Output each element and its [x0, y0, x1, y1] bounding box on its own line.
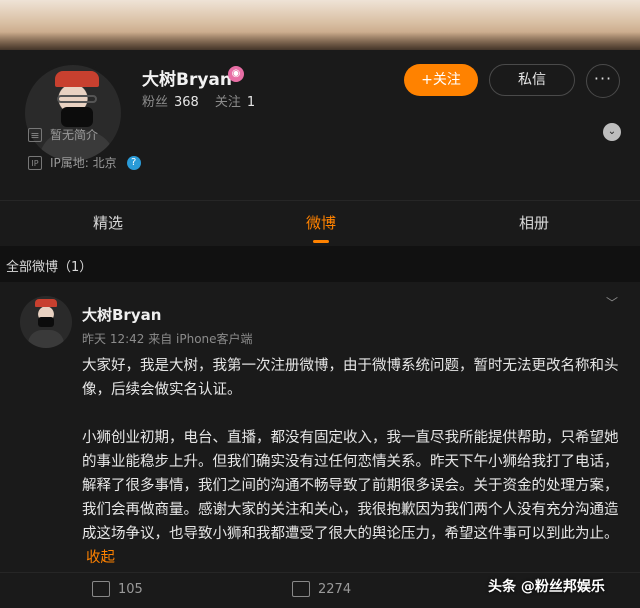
post-paragraph-text: 小狮创业初期，电台、直播，都没有固定收入，我一直尽我所能提供帮助，只希望她的事业…	[82, 430, 619, 542]
post-card: 大树Bryan 昨天 12:42 来自 iPhone客户端 ﹀ 大家好，我是大树…	[0, 282, 640, 608]
collapse-link[interactable]: 收起	[86, 550, 115, 566]
post-content: 大家好，我是大树，我第一次注册微博，由于微博系统问题，暂时无法更改名称和头像，后…	[82, 354, 630, 594]
help-icon[interactable]: ?	[126, 155, 141, 170]
post-paragraph: 大家好，我是大树，我第一次注册微博，由于微博系统问题，暂时无法更改名称和头像，后…	[82, 358, 619, 398]
profile-name: 大树Bryan	[142, 70, 232, 90]
intro-text: 暂无简介	[50, 128, 99, 142]
post-paragraph: 小狮创业初期，电台、直播，都没有固定收入，我一直尽我所能提供帮助，只希望她的事业…	[82, 426, 630, 570]
section-title[interactable]: 全部微博（1）	[6, 256, 92, 275]
repost-icon	[92, 581, 110, 597]
intro-row: ≡ 暂无简介	[28, 126, 98, 143]
repost-button[interactable]: 105	[92, 581, 143, 597]
post-meta: 昨天 12:42 来自 iPhone客户端	[82, 332, 253, 346]
repost-count: 105	[118, 581, 143, 597]
tab-weibo[interactable]: 微博	[281, 201, 361, 247]
ip-location-text: IP属地: 北京	[50, 156, 117, 170]
watermark: 头条 @粉丝邦娱乐	[488, 579, 605, 595]
post-avatar[interactable]	[20, 296, 72, 348]
tab-album[interactable]: 相册	[494, 201, 574, 247]
fans-label[interactable]: 粉丝	[142, 95, 168, 110]
profile-stats: 粉丝 368 关注 1	[142, 91, 271, 110]
follow-button[interactable]: +关注	[404, 64, 478, 96]
following-label[interactable]: 关注	[215, 95, 241, 110]
ip-row: IP IP属地: 北京 ?	[28, 154, 141, 171]
profile-tabs: 精选 微博 相册	[0, 200, 640, 246]
chevron-down-icon[interactable]: ⌄	[603, 123, 621, 141]
chevron-down-icon[interactable]: ﹀	[606, 294, 618, 311]
verified-badge-icon: ◉	[228, 66, 244, 82]
avatar[interactable]	[22, 62, 124, 164]
post-author[interactable]: 大树Bryan	[82, 304, 161, 325]
cover-banner	[0, 0, 640, 50]
document-icon: ≡	[28, 127, 42, 142]
comment-button[interactable]: 2274	[292, 581, 351, 597]
profile-header: 大树Bryan ◉ 粉丝 368 关注 1 +关注 私信 ··· ≡ 暂无简介 IP …	[0, 50, 640, 200]
more-options-button[interactable]: ···	[586, 64, 620, 98]
message-button[interactable]: 私信	[489, 64, 575, 96]
ip-icon: IP	[28, 155, 42, 170]
comment-count: 2274	[318, 581, 352, 597]
fans-count[interactable]: 368	[174, 95, 199, 110]
following-count[interactable]: 1	[247, 95, 255, 110]
comment-icon	[292, 581, 310, 597]
tab-featured[interactable]: 精选	[68, 201, 148, 247]
